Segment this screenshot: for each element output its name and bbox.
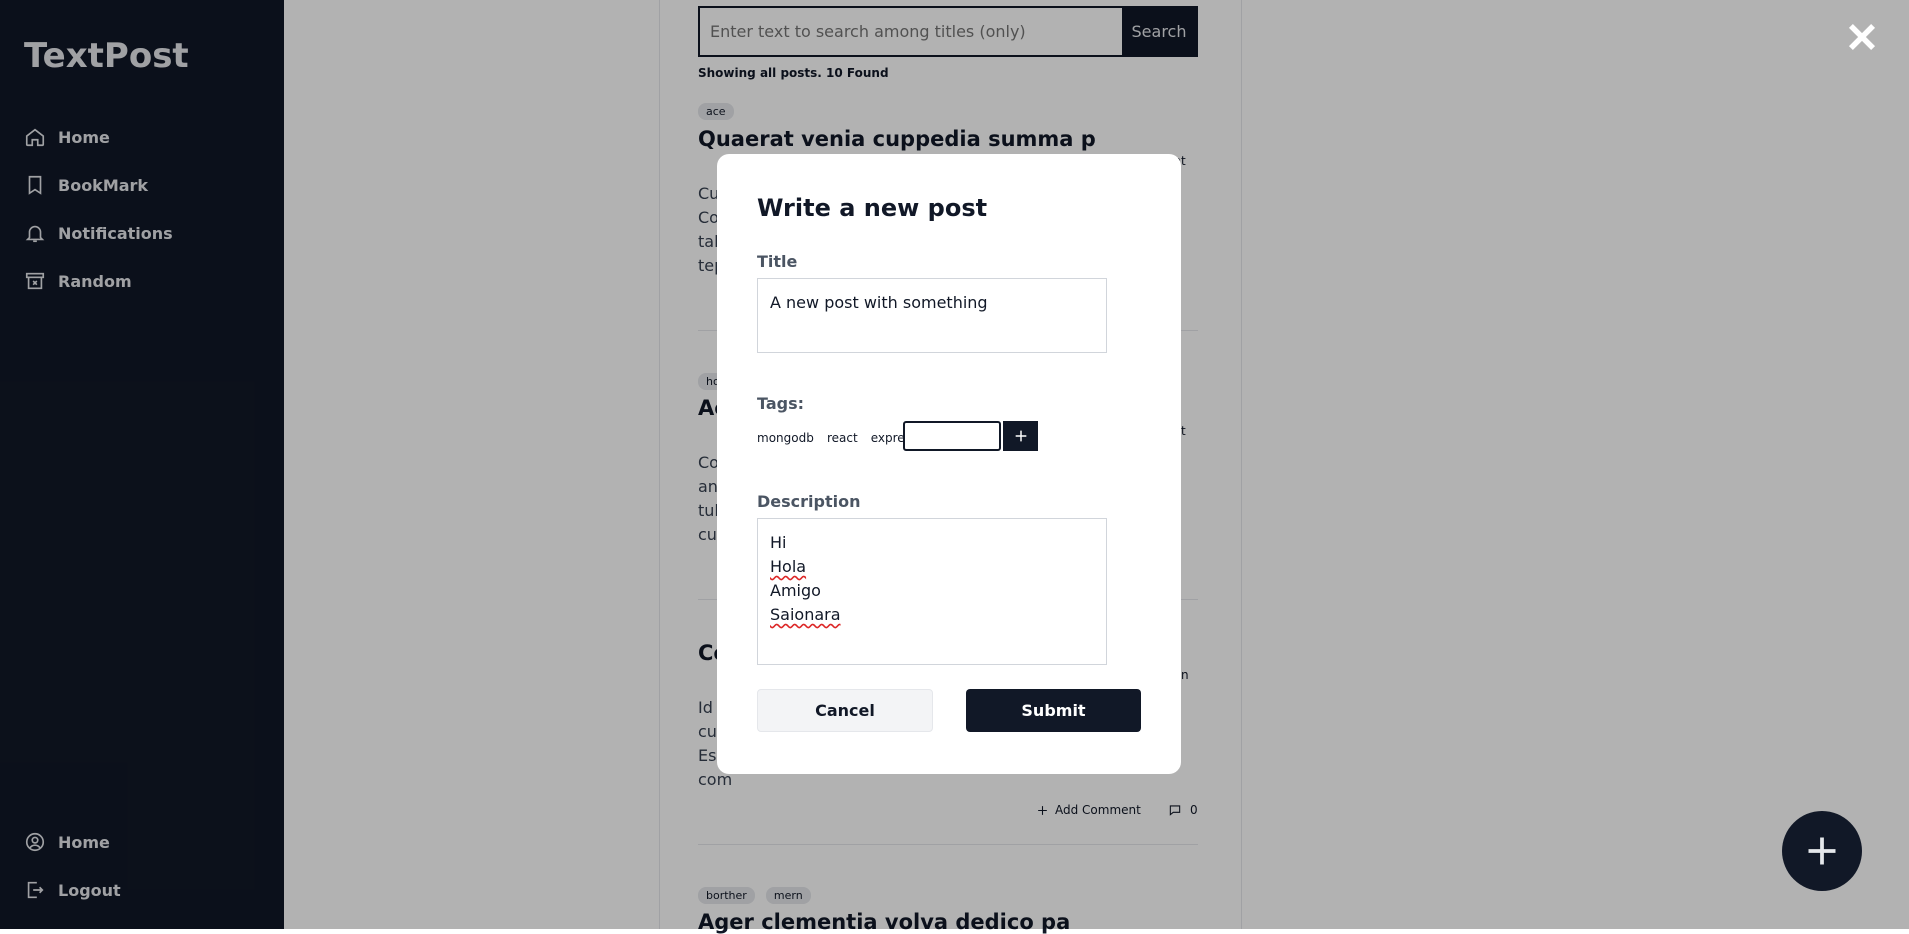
- plus-icon: [1015, 430, 1026, 442]
- new-post-fab[interactable]: [1782, 811, 1862, 891]
- cancel-button[interactable]: Cancel: [757, 689, 933, 732]
- tag-item[interactable]: mongodb: [757, 431, 814, 445]
- description-line: Hi: [770, 533, 787, 552]
- modal-title: Write a new post: [757, 194, 988, 222]
- close-modal-button[interactable]: [1843, 18, 1881, 56]
- title-field[interactable]: A new post with something: [757, 278, 1107, 353]
- description-line: Amigo: [770, 581, 821, 600]
- close-icon: [1848, 23, 1876, 51]
- title-field-value: A new post with something: [770, 293, 988, 312]
- description-line: Hola: [770, 557, 807, 576]
- plus-icon: [1808, 837, 1836, 865]
- description-field[interactable]: Hi Hola Amigo Saionara: [757, 518, 1107, 665]
- tags-label: Tags:: [757, 394, 805, 413]
- description-label: Description: [757, 492, 861, 511]
- description-line: Saionara: [770, 605, 841, 624]
- submit-button[interactable]: Submit: [966, 689, 1141, 732]
- tag-list: mongodb react express: [757, 427, 925, 446]
- title-label: Title: [757, 252, 798, 271]
- tag-item[interactable]: react: [827, 431, 858, 445]
- new-post-modal: Write a new post Title A new post with s…: [717, 154, 1181, 774]
- add-tag-button[interactable]: [1003, 421, 1038, 451]
- tag-input[interactable]: [903, 421, 1001, 451]
